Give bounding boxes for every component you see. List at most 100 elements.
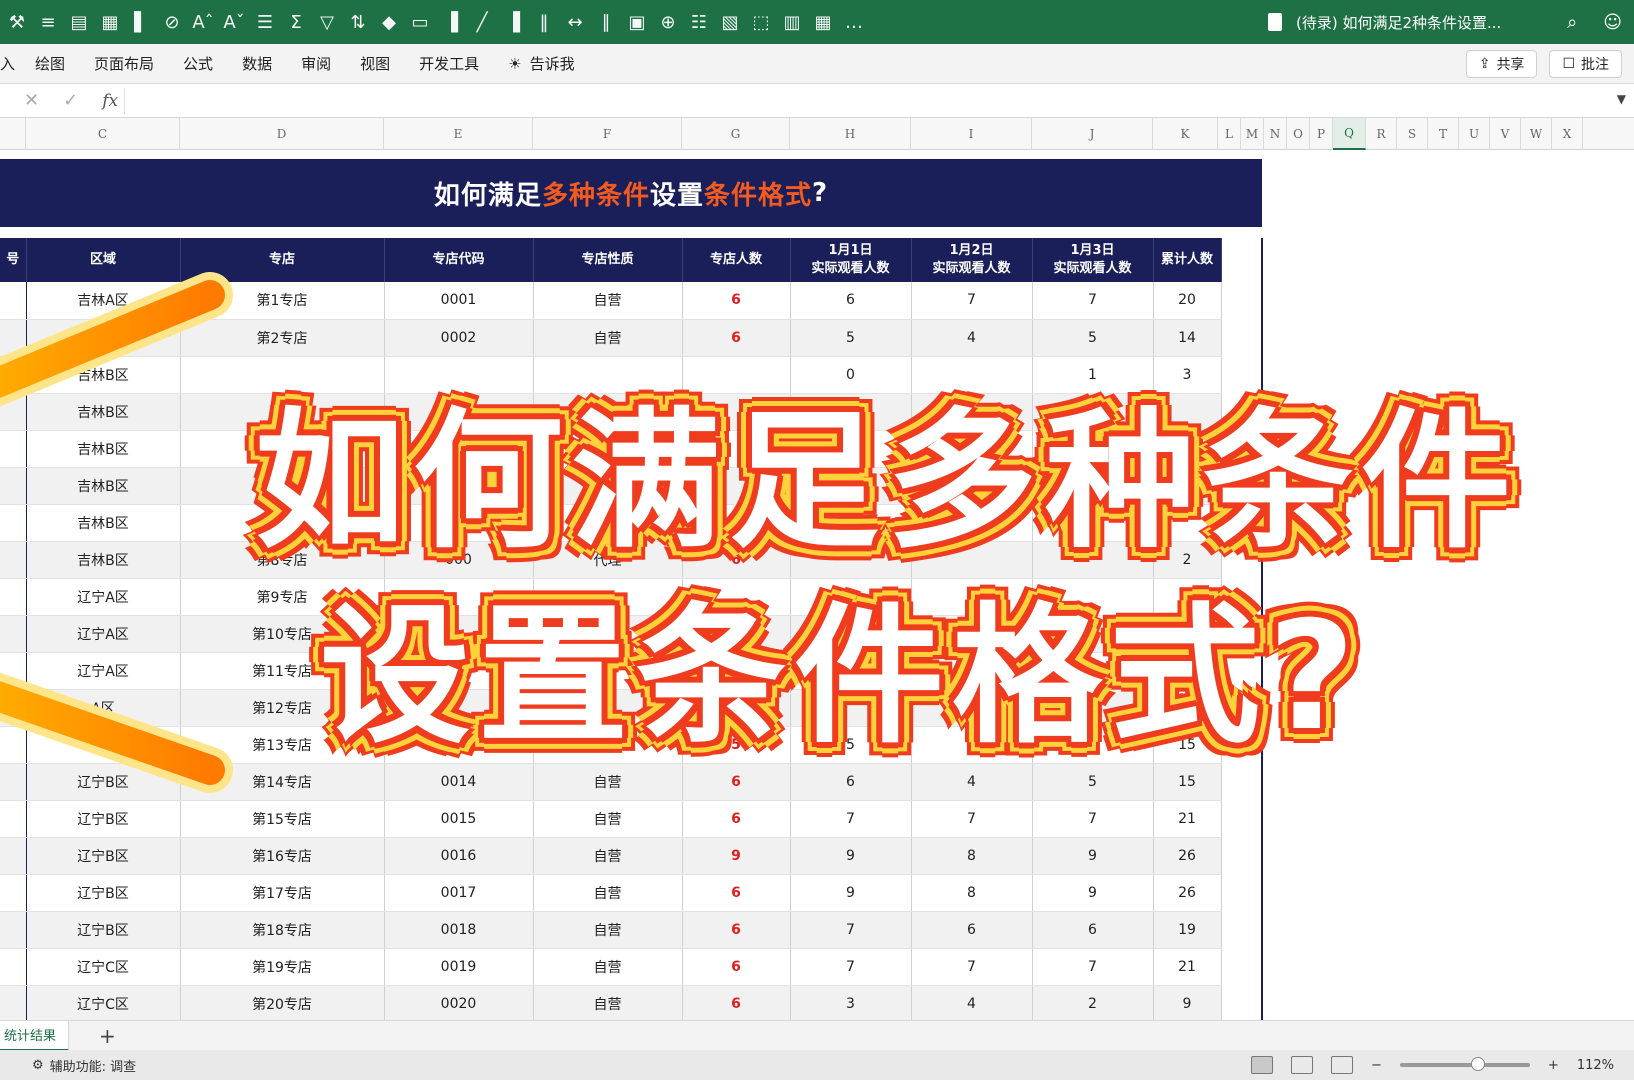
- table-cell[interactable]: 21: [1153, 948, 1222, 986]
- table-cell[interactable]: [0, 948, 27, 986]
- table-cell[interactable]: [790, 430, 912, 468]
- table-header-cell[interactable]: 1月3日 实际观看人数: [1032, 238, 1154, 282]
- table-cell[interactable]: [682, 689, 791, 727]
- table-cell[interactable]: 0001: [384, 282, 534, 320]
- distribute-icon[interactable]: ↔: [564, 11, 586, 33]
- calendar-icon[interactable]: ▣: [626, 11, 648, 33]
- table-cell[interactable]: 6: [682, 282, 791, 320]
- column-header-W[interactable]: W: [1521, 118, 1552, 150]
- table-cell[interactable]: 7: [790, 948, 912, 986]
- table-cell[interactable]: 20: [1153, 282, 1222, 320]
- table-cell[interactable]: 自营: [533, 874, 683, 912]
- table-cell[interactable]: 7: [911, 948, 1033, 986]
- tell-me[interactable]: ☀ 告诉我: [508, 53, 574, 74]
- worksheet[interactable]: 如何满足 多种条件 设置 条件格式? 号区域 专店 专店代码 专店性质 专店人数 1月1日 实际观…: [0, 150, 1634, 1020]
- table-cell[interactable]: 5: [1032, 763, 1154, 801]
- table-cell[interactable]: 7: [911, 800, 1033, 838]
- table-cell[interactable]: [790, 541, 912, 579]
- table-header-cell[interactable]: 号: [0, 238, 27, 282]
- text-box-icon[interactable]: ▭: [409, 11, 431, 33]
- table-cell[interactable]: [1032, 652, 1154, 690]
- table-cell[interactable]: 9: [1032, 837, 1154, 875]
- table-cell[interactable]: 第15专店: [180, 800, 385, 838]
- indent-icon[interactable]: ≡: [37, 11, 59, 33]
- table-cell[interactable]: [26, 319, 181, 357]
- table-cell[interactable]: 吉林B区: [26, 430, 181, 468]
- table-cell[interactable]: [1153, 504, 1222, 542]
- table-cell[interactable]: 0018: [384, 911, 534, 949]
- table-cell[interactable]: [0, 282, 27, 320]
- ribbon-tab-3[interactable]: 公式: [183, 53, 213, 74]
- table-header-cell[interactable]: 累计人数: [1153, 238, 1222, 282]
- column-header-Q[interactable]: Q: [1333, 118, 1366, 150]
- column-header-E[interactable]: E: [384, 118, 533, 150]
- column-header-M[interactable]: M: [1241, 118, 1264, 150]
- table-cell[interactable]: 9: [1153, 985, 1222, 1020]
- table2-icon[interactable]: ▦: [812, 11, 834, 33]
- table-cell[interactable]: [790, 578, 912, 616]
- table-cell[interactable]: [1032, 430, 1154, 468]
- table-cell[interactable]: [911, 541, 1033, 579]
- align-center-icon[interactable]: ‖: [533, 11, 555, 33]
- table-header-cell[interactable]: 专店代码: [384, 238, 534, 282]
- table-cell[interactable]: [1032, 615, 1154, 653]
- table-cell[interactable]: 第20专店: [180, 985, 385, 1020]
- table-cell[interactable]: 6: [682, 911, 791, 949]
- layout-icon[interactable]: ▥: [781, 11, 803, 33]
- table-cell[interactable]: [384, 467, 534, 505]
- table-cell[interactable]: 21: [1153, 800, 1222, 838]
- table-cell[interactable]: [682, 615, 791, 653]
- column-header-G[interactable]: G: [682, 118, 790, 150]
- table-cell[interactable]: 3: [790, 985, 912, 1020]
- table-cell[interactable]: [0, 319, 27, 357]
- table-cell[interactable]: 6: [682, 763, 791, 801]
- table-cell[interactable]: 自营: [533, 319, 683, 357]
- table-cell[interactable]: 第11专店: [180, 652, 385, 690]
- table-cell[interactable]: 0013: [384, 726, 534, 764]
- table-cell[interactable]: [911, 393, 1033, 431]
- table-cell[interactable]: 19: [1153, 911, 1222, 949]
- table-cell[interactable]: 吉林A区: [26, 282, 181, 320]
- table-cell[interactable]: 6: [682, 800, 791, 838]
- table-cell[interactable]: 9: [790, 874, 912, 912]
- table-cell[interactable]: [790, 393, 912, 431]
- table-cell[interactable]: [911, 504, 1033, 542]
- table-cell[interactable]: [533, 393, 683, 431]
- table-cell[interactable]: [1153, 430, 1222, 468]
- table-cell[interactable]: [682, 393, 791, 431]
- table-cell[interactable]: 自营: [533, 763, 683, 801]
- table-cell[interactable]: [0, 652, 27, 690]
- table-cell[interactable]: 自营: [533, 948, 683, 986]
- table-cell[interactable]: 7: [1032, 800, 1154, 838]
- column-header-S[interactable]: S: [1397, 118, 1428, 150]
- chart-icon[interactable]: ▤: [68, 11, 90, 33]
- table-cell[interactable]: 000: [384, 541, 534, 579]
- table-cell[interactable]: [533, 504, 683, 542]
- table-cell[interactable]: 第19专店: [180, 948, 385, 986]
- zoom-out-button[interactable]: −: [1371, 1058, 1382, 1073]
- insert-icon[interactable]: ⊕: [657, 11, 679, 33]
- table-cell[interactable]: [180, 430, 385, 468]
- table-header-cell[interactable]: 1月2日 实际观看人数: [911, 238, 1033, 282]
- table-cell[interactable]: 6: [682, 319, 791, 357]
- table-cell[interactable]: [180, 504, 385, 542]
- table-cell[interactable]: [0, 689, 27, 727]
- table-cell[interactable]: 自营: [533, 726, 683, 764]
- table-cell[interactable]: 5: [911, 726, 1033, 764]
- column-header-K[interactable]: K: [1153, 118, 1218, 150]
- split-icon[interactable]: ∥: [595, 11, 617, 33]
- column-header-C[interactable]: C: [26, 118, 180, 150]
- ribbon-tab-7[interactable]: 开发工具: [419, 53, 479, 74]
- table-cell[interactable]: 6: [790, 763, 912, 801]
- bar-chart-icon[interactable]: ▐: [440, 11, 462, 33]
- table-cell[interactable]: [1153, 578, 1222, 616]
- table-cell[interactable]: 2: [1032, 504, 1154, 542]
- share-button[interactable]: ⇪ 共享: [1465, 50, 1538, 78]
- table-cell[interactable]: 吉林B区: [26, 504, 181, 542]
- chevron-down-icon[interactable]: ▼: [1617, 92, 1626, 106]
- column-header-F[interactable]: F: [533, 118, 682, 150]
- table-cell[interactable]: 0016: [384, 837, 534, 875]
- accessibility-status[interactable]: ⚙ 辅助功能: 调查: [32, 1056, 136, 1075]
- table-cell[interactable]: 吉林B区: [26, 467, 181, 505]
- table-cell[interactable]: [1032, 689, 1154, 727]
